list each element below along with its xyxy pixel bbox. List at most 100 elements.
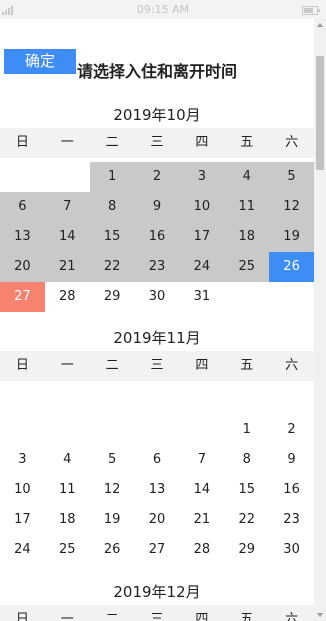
month-title: 2019年12月 [113,583,201,601]
day-cell: 5 [269,162,314,192]
day-cell: 4 [224,162,270,192]
day-cell[interactable]: 28 [179,535,224,565]
month-list: 2019年10月日一二三四五六 1 2 3 4 5 6 7 8 9 10 11 12 13 14 15 16 17… [0,102,314,621]
day-cell: 25 [224,252,270,282]
day-cell[interactable]: 24 [0,535,45,565]
day-cell[interactable]: 5 [90,445,135,475]
empty-day-cell [179,385,224,415]
day-cell: 13 [0,222,45,252]
scrollbar[interactable] [314,19,326,621]
weekday-label: 二 [105,612,119,621]
weekday-label: 二 [105,135,119,150]
day-cell[interactable]: 30 [135,282,180,312]
weekday-label: 五 [240,612,254,621]
empty-day-cell [179,415,224,445]
day-cell: 10 [179,192,225,222]
empty-day-cell [0,415,45,445]
weekday-label: 日 [15,358,29,373]
day-cell: 7 [44,192,90,222]
day-cell: 18 [224,222,270,252]
day-cell: 19 [269,222,314,252]
day-cell: 2 [134,162,180,192]
day-cell[interactable]: 19 [90,505,135,535]
empty-day-cell [45,162,90,192]
day-cell[interactable]: 3 [0,445,45,475]
weekday-label: 三 [150,612,164,621]
scrollbar-thumb[interactable] [316,56,324,170]
month-section: 2019年11月日一二三四五六 1 2 3 4 5 6 7 8 9 10 11 12 13 14 15 16 17… [0,325,314,565]
empty-day-cell [0,385,45,415]
weekday-label: 六 [285,612,299,621]
weekday-label: 四 [195,612,209,621]
day-cell[interactable]: 30 [269,535,314,565]
weekday-label: 日 [15,135,29,150]
page-header: 确定 请选择入住和离开时间 [0,19,314,81]
day-cell: 24 [179,252,225,282]
day-cell[interactable]: 21 [179,505,224,535]
day-cell[interactable]: 31 [179,282,224,312]
weekday-header: 日一二三四五六 [0,351,314,381]
day-cell: 3 [179,162,225,192]
weekday-label: 三 [150,135,164,150]
day-cell[interactable]: 20 [135,505,180,535]
weekday-label: 四 [195,358,209,373]
day-cell: 12 [269,192,314,222]
empty-day-cell [90,415,135,445]
weekday-header: 日一二三四五六 [0,128,314,158]
day-cell[interactable]: 25 [45,535,90,565]
day-cell[interactable]: 29 [224,535,269,565]
day-cell[interactable]: 7 [179,445,224,475]
day-cell[interactable]: 17 [0,505,45,535]
day-cell[interactable]: 27 [135,535,180,565]
empty-day-cell [269,385,314,415]
day-cell[interactable]: 13 [135,475,180,505]
day-cell[interactable]: 18 [45,505,90,535]
day-cell: 21 [44,252,90,282]
day-cell[interactable]: 12 [90,475,135,505]
weekday-label: 四 [195,135,209,150]
day-cell[interactable]: 4 [45,445,90,475]
month-title: 2019年10月 [113,106,201,124]
empty-day-cell [224,385,269,415]
day-cell[interactable]: 9 [269,445,314,475]
day-cell[interactable]: 27 [0,282,45,312]
weekday-label: 五 [240,135,254,150]
day-cell[interactable]: 10 [0,475,45,505]
day-cell[interactable]: 6 [135,445,180,475]
day-cell[interactable]: 8 [224,445,269,475]
weekday-label: 五 [240,358,254,373]
month-section: 2019年12月日 一 二 三 四 五 六 [0,579,314,621]
day-cell: 16 [134,222,180,252]
scroll-up-icon[interactable] [317,23,323,27]
day-cell[interactable]: 22 [224,505,269,535]
empty-day-cell [135,385,180,415]
day-cell[interactable]: 29 [90,282,135,312]
month-title: 2019年11月 [113,329,201,347]
day-cell: 20 [0,252,45,282]
day-cell[interactable]: 1 [224,415,269,445]
status-time: 09:15 AM [136,3,190,16]
weekday-header: 日一二三四五六 [0,605,314,621]
day-cell: 15 [89,222,135,252]
scroll-down-icon[interactable] [317,613,323,617]
day-cell[interactable]: 16 [269,475,314,505]
page-title: 请选择入住和离开时间 [76,62,237,81]
weekday-label: 二 [105,358,119,373]
empty-day-cell [90,385,135,415]
day-cell[interactable]: 26 [90,535,135,565]
day-cell[interactable]: 2 [269,415,314,445]
day-cell: 11 [224,192,270,222]
battery-icon [302,6,320,15]
day-cell: 23 [134,252,180,282]
day-cell[interactable]: 15 [224,475,269,505]
weekday-label: 六 [285,358,299,373]
day-cell[interactable]: 14 [179,475,224,505]
empty-day-cell [0,162,45,192]
empty-day-cell [45,415,90,445]
day-cell: 8 [89,192,135,222]
empty-day-cell [135,415,180,445]
day-cell[interactable]: 23 [269,505,314,535]
day-cell[interactable]: 26 [269,252,314,282]
day-cell[interactable]: 11 [45,475,90,505]
day-cell[interactable]: 28 [45,282,90,312]
